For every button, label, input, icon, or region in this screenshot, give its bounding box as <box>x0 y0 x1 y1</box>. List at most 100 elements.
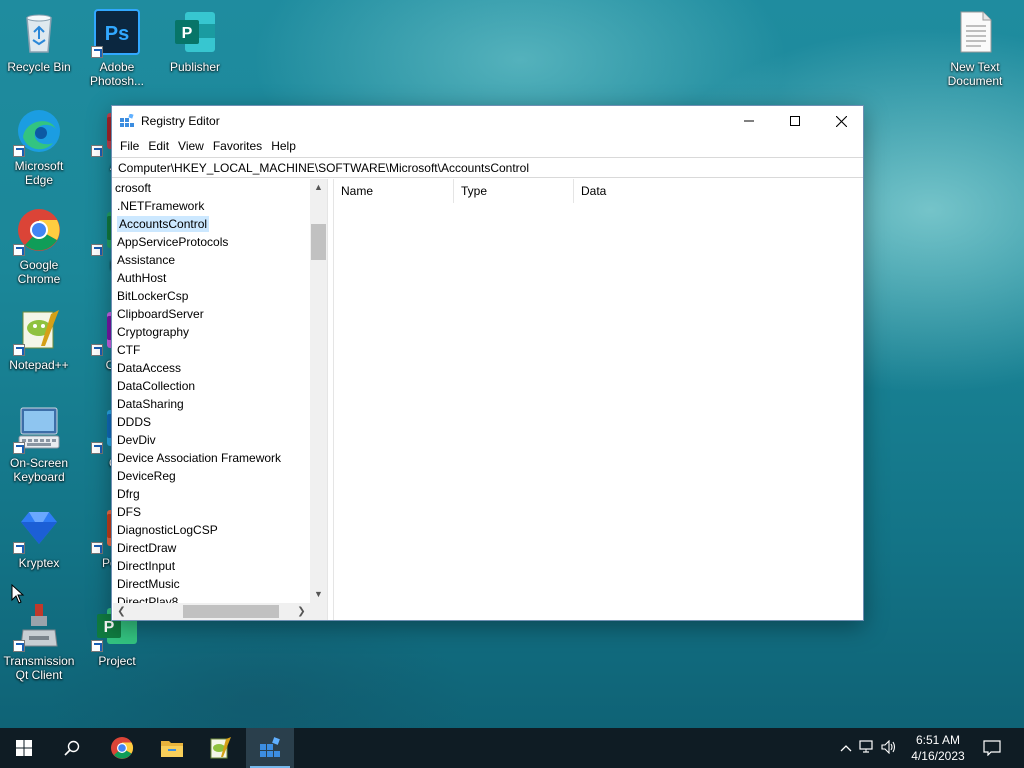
tree-item-label: BitLockerCsp <box>117 289 189 303</box>
column-header-data[interactable]: Data <box>574 179 694 203</box>
tree-item[interactable]: DevDiv <box>113 431 310 449</box>
tree-item-label: AppServiceProtocols <box>117 235 229 249</box>
tree-item[interactable]: ClipboardServer <box>113 305 310 323</box>
tree-item[interactable]: DirectMusic <box>113 575 310 593</box>
tree-item[interactable]: Device Association Framework <box>113 449 310 467</box>
tree-item[interactable]: AccountsControl <box>113 215 310 233</box>
kryptex-diamond-icon <box>13 504 63 554</box>
keyboard-icon <box>13 404 63 454</box>
title-bar[interactable]: Registry Editor <box>112 106 863 136</box>
desktop-icon-transmission[interactable]: Transmission Qt Client <box>0 598 78 690</box>
shortcut-arrow-icon <box>13 542 25 554</box>
menu-file[interactable]: File <box>120 139 146 153</box>
shortcut-arrow-icon <box>13 442 25 454</box>
tree-item[interactable]: Assistance <box>113 251 310 269</box>
tree-item[interactable]: AuthHost <box>113 269 310 287</box>
tree-item[interactable]: .NETFramework <box>113 197 310 215</box>
network-icon[interactable] <box>856 739 878 757</box>
menu-view[interactable]: View <box>178 139 211 153</box>
values-pane[interactable]: Name Type Data <box>333 179 863 620</box>
scroll-up-icon[interactable]: ▲ <box>310 179 327 196</box>
desktop-icon-new-text-document[interactable]: New Text Document <box>936 4 1014 96</box>
scroll-down-icon[interactable]: ▼ <box>310 586 327 603</box>
clock[interactable]: 6:51 AM 4/16/2023 <box>900 730 976 766</box>
tree-item-label: DataSharing <box>117 397 184 411</box>
desktop-icon-on-screen-keyboard[interactable]: On-Screen Keyboard <box>0 400 78 492</box>
tree-item-label: Dfrg <box>117 487 140 501</box>
shortcut-arrow-icon <box>13 640 25 652</box>
tree-item[interactable]: DiagnosticLogCSP <box>113 521 310 539</box>
close-button[interactable] <box>818 106 864 136</box>
scroll-thumb[interactable] <box>183 605 279 618</box>
tree-item[interactable]: Dfrg <box>113 485 310 503</box>
shortcut-arrow-icon <box>13 244 25 256</box>
tree-item[interactable]: DDDS <box>113 413 310 431</box>
maximize-button[interactable] <box>772 106 818 136</box>
column-headers: Name Type Data <box>334 179 863 203</box>
desktop-icon-publisher[interactable]: P Publisher <box>156 4 234 96</box>
tree-item-label: DataCollection <box>117 379 196 393</box>
desktop-icon-label: Project <box>98 654 136 668</box>
tree-horizontal-scrollbar[interactable]: ❮ ❯ <box>113 603 310 620</box>
tree-item-label: CTF <box>117 343 141 357</box>
start-button[interactable] <box>0 728 48 768</box>
tree-item[interactable]: DFS <box>113 503 310 521</box>
scroll-left-icon[interactable]: ❮ <box>113 603 130 620</box>
tree-item-label: DirectDraw <box>117 541 177 555</box>
tree-item[interactable]: DirectPlay8 <box>113 593 310 603</box>
minimize-button[interactable] <box>726 106 772 136</box>
key-tree: crosoft .NETFramework AccountsControl AppSe… <box>113 179 310 603</box>
column-header-name[interactable]: Name <box>334 179 454 203</box>
tree-item[interactable]: BitLockerCsp <box>113 287 310 305</box>
registry-editor-icon <box>120 113 134 128</box>
taskbar-registry-editor[interactable] <box>246 728 294 768</box>
svg-text:P: P <box>182 25 193 42</box>
scrollbar-corner <box>310 603 327 620</box>
taskbar-chrome[interactable] <box>98 728 146 768</box>
menu-favorites[interactable]: Favorites <box>213 139 269 153</box>
desktop-icon-google-chrome[interactable]: Google Chrome <box>0 202 78 294</box>
tree-item[interactable]: AppServiceProtocols <box>113 233 310 251</box>
tree-item[interactable]: DeviceReg <box>113 467 310 485</box>
tree-item-label: AuthHost <box>117 271 167 285</box>
window-title: Registry Editor <box>141 114 220 128</box>
publisher-icon: P <box>171 8 219 56</box>
tree-item[interactable]: DataCollection <box>113 377 310 395</box>
chevron-up-icon[interactable] <box>836 741 856 755</box>
taskbar-notepad-plus-plus[interactable] <box>196 728 244 768</box>
shortcut-arrow-icon <box>91 244 103 256</box>
desktop-icon-recycle-bin[interactable]: Recycle Bin <box>0 4 78 96</box>
tree-item[interactable]: DataAccess <box>113 359 310 377</box>
svg-text:Ps: Ps <box>105 23 129 45</box>
tree-item-label: DirectInput <box>117 559 176 573</box>
tree-item[interactable]: DataSharing <box>113 395 310 413</box>
tree-item-label: DiagnosticLogCSP <box>117 523 218 537</box>
text-document-icon <box>951 8 999 56</box>
tree-item[interactable]: crosoft <box>113 179 310 197</box>
shortcut-arrow-icon <box>91 442 103 454</box>
search-button[interactable] <box>48 728 96 768</box>
scroll-right-icon[interactable]: ❯ <box>293 603 310 620</box>
desktop-icon-label: Google Chrome <box>17 258 61 286</box>
recycle-bin-icon <box>15 8 63 56</box>
address-bar[interactable]: Computer\HKEY_LOCAL_MACHINE\SOFTWARE\Mic… <box>112 157 863 178</box>
taskbar-file-explorer[interactable] <box>148 728 196 768</box>
tree-vertical-scrollbar[interactable]: ▲ ▼ <box>310 179 327 603</box>
desktop-icon-notepad-plus-plus[interactable]: Notepad++ <box>0 302 78 394</box>
desktop-icon-microsoft-edge[interactable]: Microsoft Edge <box>0 103 78 195</box>
volume-icon[interactable] <box>878 739 900 757</box>
tree-item[interactable]: DirectInput <box>113 557 310 575</box>
transmission-icon <box>13 602 63 652</box>
tree-item[interactable]: DirectDraw <box>113 539 310 557</box>
column-header-type[interactable]: Type <box>454 179 574 203</box>
tree-item[interactable]: Cryptography <box>113 323 310 341</box>
desktop-icon-kryptex[interactable]: Kryptex <box>0 500 78 592</box>
desktop-icon-photoshop[interactable]: Ps Adobe Photosh... <box>78 4 156 96</box>
tree-item[interactable]: CTF <box>113 341 310 359</box>
menu-edit[interactable]: Edit <box>148 139 176 153</box>
svg-text:P: P <box>104 619 115 636</box>
scroll-thumb[interactable] <box>311 224 326 260</box>
menu-help[interactable]: Help <box>271 139 303 153</box>
action-center-button[interactable] <box>968 728 1016 768</box>
chrome-icon <box>111 737 133 759</box>
